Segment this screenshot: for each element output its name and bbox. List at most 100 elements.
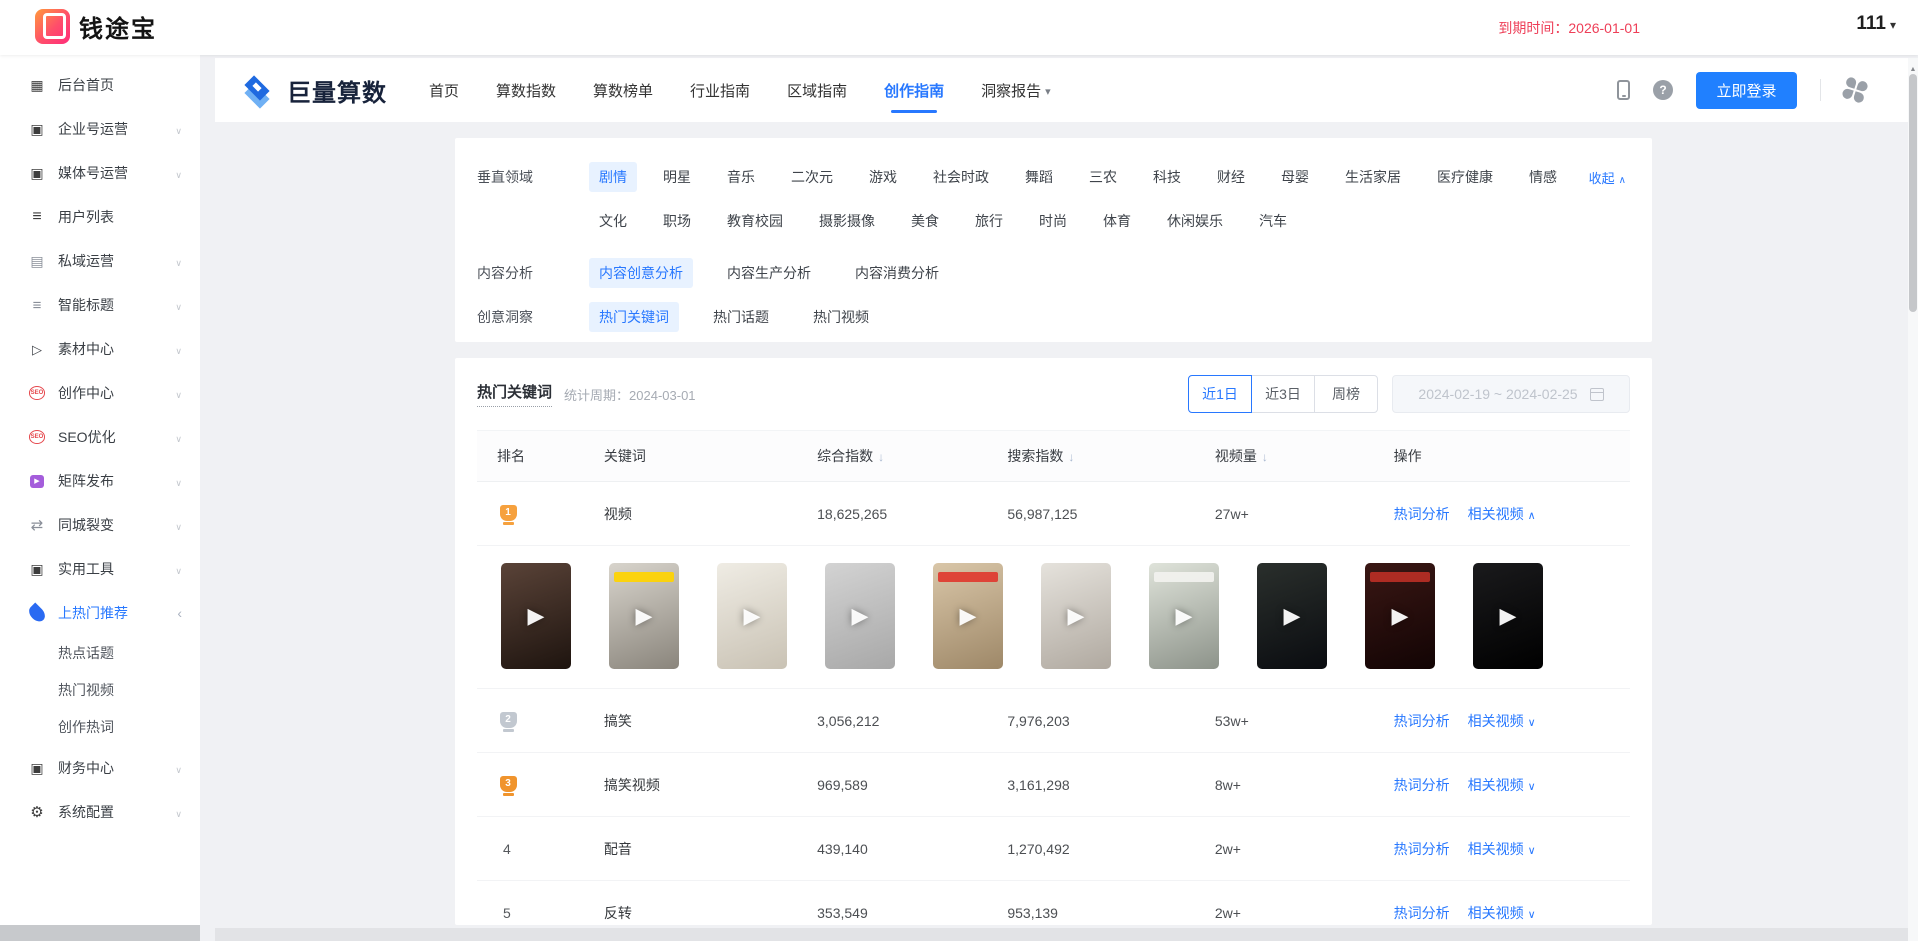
- sidebar-subitem[interactable]: 热门视频: [0, 672, 200, 709]
- composite-index-cell: 439,140: [817, 841, 1007, 857]
- filter-tag[interactable]: 社会时政: [923, 162, 999, 192]
- video-thumbnail[interactable]: [1365, 563, 1435, 669]
- range-button[interactable]: 近1日: [1188, 375, 1252, 413]
- filter-tag[interactable]: 教育校园: [717, 206, 793, 236]
- column-header: 操作: [1394, 446, 1630, 466]
- filter-tag[interactable]: 内容消费分析: [845, 258, 949, 288]
- user-menu[interactable]: 111: [1856, 13, 1896, 35]
- pinwheel-icon[interactable]: [1841, 76, 1869, 104]
- filter-tag[interactable]: 舞蹈: [1015, 162, 1063, 192]
- scrollbar[interactable]: [1908, 58, 1918, 941]
- filter-tag[interactable]: 医疗健康: [1427, 162, 1503, 192]
- sort-down-icon[interactable]: [1068, 448, 1074, 464]
- filter-tag[interactable]: 财经: [1207, 162, 1255, 192]
- related-videos-link[interactable]: 相关视频: [1468, 711, 1536, 731]
- video-thumbnail[interactable]: [933, 563, 1003, 669]
- nav-item[interactable]: 洞察报告: [981, 58, 1051, 122]
- nav-item[interactable]: 算数指数: [496, 58, 556, 122]
- juliang-brand[interactable]: 巨量算数: [241, 72, 387, 108]
- video-thumbnail[interactable]: [609, 563, 679, 669]
- video-thumbnail[interactable]: [1257, 563, 1327, 669]
- filter-tag[interactable]: 明星: [653, 162, 701, 192]
- video-thumbnail[interactable]: [1473, 563, 1543, 669]
- sidebar-item[interactable]: 实用工具: [0, 547, 200, 591]
- filter-tag[interactable]: 母婴: [1271, 162, 1319, 192]
- filter-tag[interactable]: 文化: [589, 206, 637, 236]
- related-videos-link[interactable]: 相关视频: [1468, 504, 1536, 524]
- related-videos-link[interactable]: 相关视频: [1468, 839, 1536, 859]
- video-thumbnail[interactable]: [1149, 563, 1219, 669]
- sidebar-item[interactable]: 创作中心: [0, 371, 200, 415]
- filter-tag[interactable]: 三农: [1079, 162, 1127, 192]
- sort-down-icon[interactable]: [1262, 448, 1268, 464]
- hot-word-analysis-link[interactable]: 热词分析: [1394, 504, 1450, 524]
- sidebar-item[interactable]: 智能标题: [0, 283, 200, 327]
- sort-down-icon[interactable]: [878, 448, 884, 464]
- filter-tag[interactable]: 热门话题: [703, 302, 779, 332]
- sidebar-subitem[interactable]: 热点话题: [0, 635, 200, 672]
- filter-tag[interactable]: 职场: [653, 206, 701, 236]
- filter-tag[interactable]: 时尚: [1029, 206, 1077, 236]
- filter-tag[interactable]: 二次元: [781, 162, 843, 192]
- video-thumbnail[interactable]: [501, 563, 571, 669]
- sidebar-subitem[interactable]: 创作热词: [0, 709, 200, 746]
- filter-tag[interactable]: 汽车: [1249, 206, 1297, 236]
- sidebar-item[interactable]: 媒体号运营: [0, 151, 200, 195]
- nav-item[interactable]: 首页: [429, 58, 459, 122]
- login-button[interactable]: 立即登录: [1696, 72, 1797, 109]
- nav-item[interactable]: 行业指南: [690, 58, 750, 122]
- mobile-app-icon[interactable]: [1617, 80, 1630, 100]
- filter-tag[interactable]: 休闲娱乐: [1157, 206, 1233, 236]
- filter-tag[interactable]: 情感: [1519, 162, 1567, 192]
- sidebar-item[interactable]: 素材中心: [0, 327, 200, 371]
- sidebar-item[interactable]: 用户列表: [0, 195, 200, 239]
- date-range-picker[interactable]: 2024-02-19 ~ 2024-02-25: [1392, 375, 1630, 413]
- filter-tag[interactable]: 音乐: [717, 162, 765, 192]
- help-icon[interactable]: [1653, 80, 1673, 100]
- range-button[interactable]: 周榜: [1314, 375, 1378, 413]
- filter-tag[interactable]: 剧情: [589, 162, 637, 192]
- sidebar-item[interactable]: 后台首页: [0, 63, 200, 107]
- hot-word-analysis-link[interactable]: 热词分析: [1394, 903, 1450, 923]
- sidebar-item[interactable]: 同城裂变: [0, 503, 200, 547]
- nav-item[interactable]: 创作指南: [884, 58, 944, 122]
- scrollbar-thumb[interactable]: [1909, 74, 1917, 312]
- sidebar-item[interactable]: 上热门推荐: [0, 591, 200, 635]
- related-videos-link[interactable]: 相关视频: [1468, 775, 1536, 795]
- nav-item[interactable]: 算数榜单: [593, 58, 653, 122]
- filter-tag[interactable]: 热门视频: [803, 302, 879, 332]
- sidebar-item-label: 矩阵发布: [58, 471, 114, 491]
- sidebar-item[interactable]: 企业号运营: [0, 107, 200, 151]
- hot-word-analysis-link[interactable]: 热词分析: [1394, 775, 1450, 795]
- brand-logo[interactable]: 钱途宝: [35, 9, 157, 44]
- filter-tag[interactable]: 体育: [1093, 206, 1141, 236]
- scroll-up-arrow-icon[interactable]: [1908, 58, 1918, 72]
- filter-tag[interactable]: 热门关键词: [589, 302, 679, 332]
- related-videos-link[interactable]: 相关视频: [1468, 903, 1536, 923]
- actions-cell: 热词分析相关视频: [1394, 504, 1630, 524]
- video-thumbnail[interactable]: [825, 563, 895, 669]
- hot-word-analysis-link[interactable]: 热词分析: [1394, 711, 1450, 731]
- logo-icon: [35, 9, 70, 44]
- filter-tag[interactable]: 摄影摄像: [809, 206, 885, 236]
- nav-item[interactable]: 区域指南: [787, 58, 847, 122]
- sidebar-item[interactable]: 矩阵发布: [0, 459, 200, 503]
- collapse-link[interactable]: 收起: [1589, 168, 1626, 187]
- filter-tag[interactable]: 生活家居: [1335, 162, 1411, 192]
- filter-tag[interactable]: 旅行: [965, 206, 1013, 236]
- expiry-date: 2026-01-01: [1568, 20, 1640, 36]
- filter-tag[interactable]: 科技: [1143, 162, 1191, 192]
- filter-tag[interactable]: 游戏: [859, 162, 907, 192]
- sidebar-item[interactable]: 系统配置: [0, 790, 200, 834]
- filter-tag[interactable]: 美食: [901, 206, 949, 236]
- sidebar-item[interactable]: 私域运营: [0, 239, 200, 283]
- hot-word-analysis-link[interactable]: 热词分析: [1394, 839, 1450, 859]
- material-center-icon: [28, 343, 46, 356]
- filter-tag[interactable]: 内容创意分析: [589, 258, 693, 288]
- sidebar-item[interactable]: 财务中心: [0, 746, 200, 790]
- video-thumbnail[interactable]: [717, 563, 787, 669]
- video-thumbnail[interactable]: [1041, 563, 1111, 669]
- range-button[interactable]: 近3日: [1251, 375, 1315, 413]
- sidebar-item[interactable]: SEO优化: [0, 415, 200, 459]
- filter-tag[interactable]: 内容生产分析: [717, 258, 821, 288]
